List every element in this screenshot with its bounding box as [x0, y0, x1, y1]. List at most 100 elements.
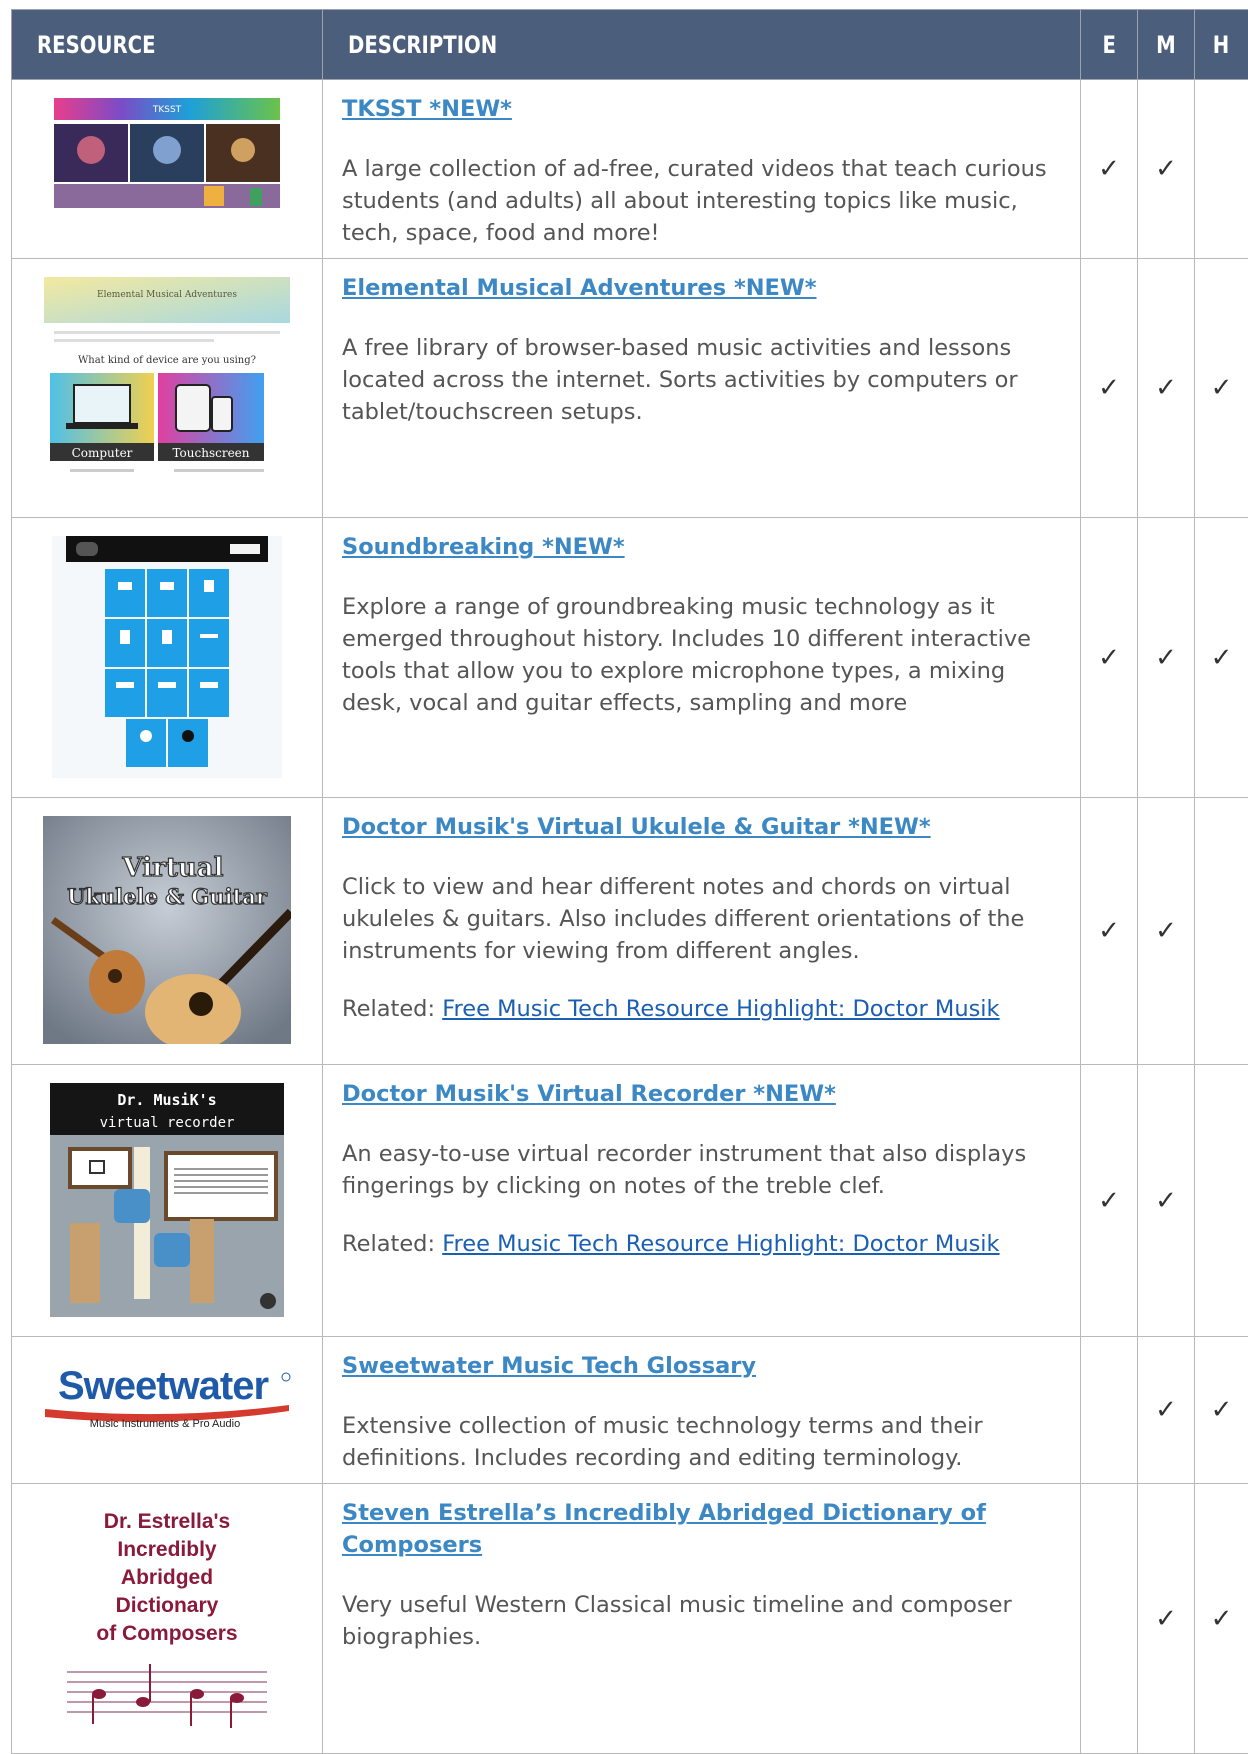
- resource-cell: Virtual Ukulele & Guitar: [12, 798, 323, 1065]
- grade-m-cell: ✓: [1138, 798, 1195, 1065]
- check-icon: ✓: [1098, 643, 1120, 673]
- resource-cell: Dr. Estrella's Incredibly Abridged Dicti…: [12, 1484, 323, 1754]
- grade-m-cell: ✓: [1138, 259, 1195, 518]
- grade-e-cell: ✓: [1081, 80, 1138, 259]
- check-icon: ✓: [1155, 916, 1177, 946]
- resource-title-link[interactable]: TKSST *NEW*: [342, 93, 1068, 125]
- table-row: TKSST TKSST *NEW* A large collection of …: [12, 80, 1248, 259]
- svg-text:Abridged: Abridged: [121, 1566, 213, 1589]
- check-icon: ✓: [1211, 373, 1233, 403]
- check-icon: ✓: [1098, 373, 1120, 403]
- svg-text:Incredibly: Incredibly: [117, 1538, 217, 1561]
- svg-text:Sweetwater: Sweetwater: [58, 1364, 269, 1408]
- check-icon: ✓: [1155, 1395, 1177, 1425]
- check-icon: ✓: [1211, 643, 1233, 673]
- description-cell: Soundbreaking *NEW* Explore a range of g…: [323, 518, 1081, 798]
- grade-e-cell: ✓: [1081, 518, 1138, 798]
- table-row: Virtual Ukulele & Guitar Doctor Musik's …: [12, 798, 1248, 1065]
- resource-description: Explore a range of groundbreaking music …: [342, 591, 1068, 719]
- grade-h-cell: [1195, 80, 1248, 259]
- svg-text:Dr. Estrella's: Dr. Estrella's: [104, 1510, 230, 1533]
- related-line: Related: Free Music Tech Resource Highli…: [342, 993, 1068, 1025]
- resource-cell: Elemental Musical Adventures What kind o…: [12, 259, 323, 518]
- related-link[interactable]: Free Music Tech Resource Highlight: Doct…: [442, 996, 999, 1022]
- resource-description: Extensive collection of music technology…: [342, 1410, 1068, 1474]
- table-row: Sweetwater Music Instruments & Pro Audio…: [12, 1337, 1248, 1484]
- grade-m-cell: ✓: [1138, 518, 1195, 798]
- resource-description: Click to view and hear different notes a…: [342, 871, 1068, 967]
- resource-description: A free library of browser-based music ac…: [342, 332, 1068, 428]
- grade-m-cell: ✓: [1138, 1337, 1195, 1484]
- related-prefix: Related:: [342, 1231, 442, 1257]
- description-cell: Doctor Musik's Virtual Ukulele & Guitar …: [323, 798, 1081, 1065]
- check-icon: ✓: [1155, 1186, 1177, 1216]
- resource-title-link[interactable]: Elemental Musical Adventures *NEW*: [342, 272, 1068, 304]
- soundbreaking-thumbnail[interactable]: [52, 536, 282, 778]
- resource-cell: Dr. MusiK's virtual recorder: [12, 1065, 323, 1337]
- grade-e-cell: ✓: [1081, 259, 1138, 518]
- table-row: Dr. Estrella's Incredibly Abridged Dicti…: [12, 1484, 1248, 1754]
- elemental-thumbnail[interactable]: Elemental Musical Adventures What kind o…: [44, 277, 290, 483]
- resource-title-link[interactable]: Doctor Musik's Virtual Ukulele & Guitar …: [342, 811, 1068, 843]
- check-icon: ✓: [1155, 643, 1177, 673]
- grade-e-cell: [1081, 1337, 1138, 1484]
- check-icon: ✓: [1098, 1186, 1120, 1216]
- svg-text:virtual recorder: virtual recorder: [100, 1115, 235, 1131]
- grade-m-cell: ✓: [1138, 80, 1195, 259]
- resource-cell: [12, 518, 323, 798]
- related-line: Related: Free Music Tech Resource Highli…: [342, 1228, 1068, 1260]
- related-prefix: Related:: [342, 996, 442, 1022]
- resource-cell: Sweetwater Music Instruments & Pro Audio: [12, 1337, 323, 1484]
- header-description: DESCRIPTION: [323, 10, 1081, 80]
- grade-h-cell: ✓: [1195, 1484, 1248, 1754]
- table-row: Elemental Musical Adventures What kind o…: [12, 259, 1248, 518]
- svg-text:Computer: Computer: [72, 446, 133, 460]
- resource-title-link[interactable]: Sweetwater Music Tech Glossary: [342, 1350, 1068, 1382]
- svg-text:Elemental Musical Adventures: Elemental Musical Adventures: [97, 290, 237, 300]
- header-resource: RESOURCE: [12, 10, 323, 80]
- estrella-thumbnail[interactable]: Dr. Estrella's Incredibly Abridged Dicti…: [47, 1502, 287, 1742]
- header-high: H: [1195, 10, 1248, 80]
- header-middle: M: [1138, 10, 1195, 80]
- svg-text:Touchscreen: Touchscreen: [172, 446, 249, 460]
- resource-title-link[interactable]: Doctor Musik's Virtual Recorder *NEW*: [342, 1078, 1068, 1110]
- svg-text:Virtual: Virtual: [122, 853, 224, 883]
- grade-h-cell: ✓: [1195, 259, 1248, 518]
- resource-title-link[interactable]: Soundbreaking *NEW*: [342, 531, 1068, 563]
- resource-title-link[interactable]: Steven Estrella’s Incredibly Abridged Di…: [342, 1497, 1068, 1561]
- table-header-row: RESOURCE DESCRIPTION E M H: [12, 10, 1248, 80]
- resource-table-container: RESOURCE DESCRIPTION E M H TKSST: [11, 9, 1248, 1754]
- grade-h-cell: ✓: [1195, 1337, 1248, 1484]
- resource-description: A large collection of ad-free, curated v…: [342, 153, 1068, 249]
- svg-text:Dr. MusiK's: Dr. MusiK's: [117, 1091, 216, 1109]
- grade-e-cell: ✓: [1081, 1065, 1138, 1337]
- grade-m-cell: ✓: [1138, 1065, 1195, 1337]
- grade-m-cell: ✓: [1138, 1484, 1195, 1754]
- table-row: Dr. MusiK's virtual recorder: [12, 1065, 1248, 1337]
- check-icon: ✓: [1098, 916, 1120, 946]
- description-cell: Doctor Musik's Virtual Recorder *NEW* An…: [323, 1065, 1081, 1337]
- description-cell: Sweetwater Music Tech Glossary Extensive…: [323, 1337, 1081, 1484]
- grade-e-cell: ✓: [1081, 798, 1138, 1065]
- check-icon: ✓: [1155, 154, 1177, 184]
- description-cell: Elemental Musical Adventures *NEW* A fre…: [323, 259, 1081, 518]
- check-icon: ✓: [1155, 373, 1177, 403]
- description-cell: Steven Estrella’s Incredibly Abridged Di…: [323, 1484, 1081, 1754]
- svg-text:What kind of device are you us: What kind of device are you using?: [78, 355, 256, 366]
- sweetwater-logo[interactable]: Sweetwater Music Instruments & Pro Audio: [39, 1359, 295, 1433]
- description-cell: TKSST *NEW* A large collection of ad-fre…: [323, 80, 1081, 259]
- grade-e-cell: [1081, 1484, 1138, 1754]
- svg-text:TKSST: TKSST: [152, 105, 182, 115]
- grade-h-cell: [1195, 1065, 1248, 1337]
- check-icon: ✓: [1155, 1604, 1177, 1634]
- resource-description: An easy-to-use virtual recorder instrume…: [342, 1138, 1068, 1202]
- resource-description: Very useful Western Classical music time…: [342, 1589, 1068, 1653]
- ukulele-guitar-thumbnail[interactable]: Virtual Ukulele & Guitar: [43, 816, 291, 1044]
- check-icon: ✓: [1211, 1395, 1233, 1425]
- resource-table: RESOURCE DESCRIPTION E M H TKSST: [11, 9, 1248, 1754]
- check-icon: ✓: [1211, 1604, 1233, 1634]
- tksst-thumbnail[interactable]: TKSST: [54, 98, 280, 208]
- related-link[interactable]: Free Music Tech Resource Highlight: Doct…: [442, 1231, 999, 1257]
- table-row: Soundbreaking *NEW* Explore a range of g…: [12, 518, 1248, 798]
- recorder-thumbnail[interactable]: Dr. MusiK's virtual recorder: [50, 1083, 284, 1317]
